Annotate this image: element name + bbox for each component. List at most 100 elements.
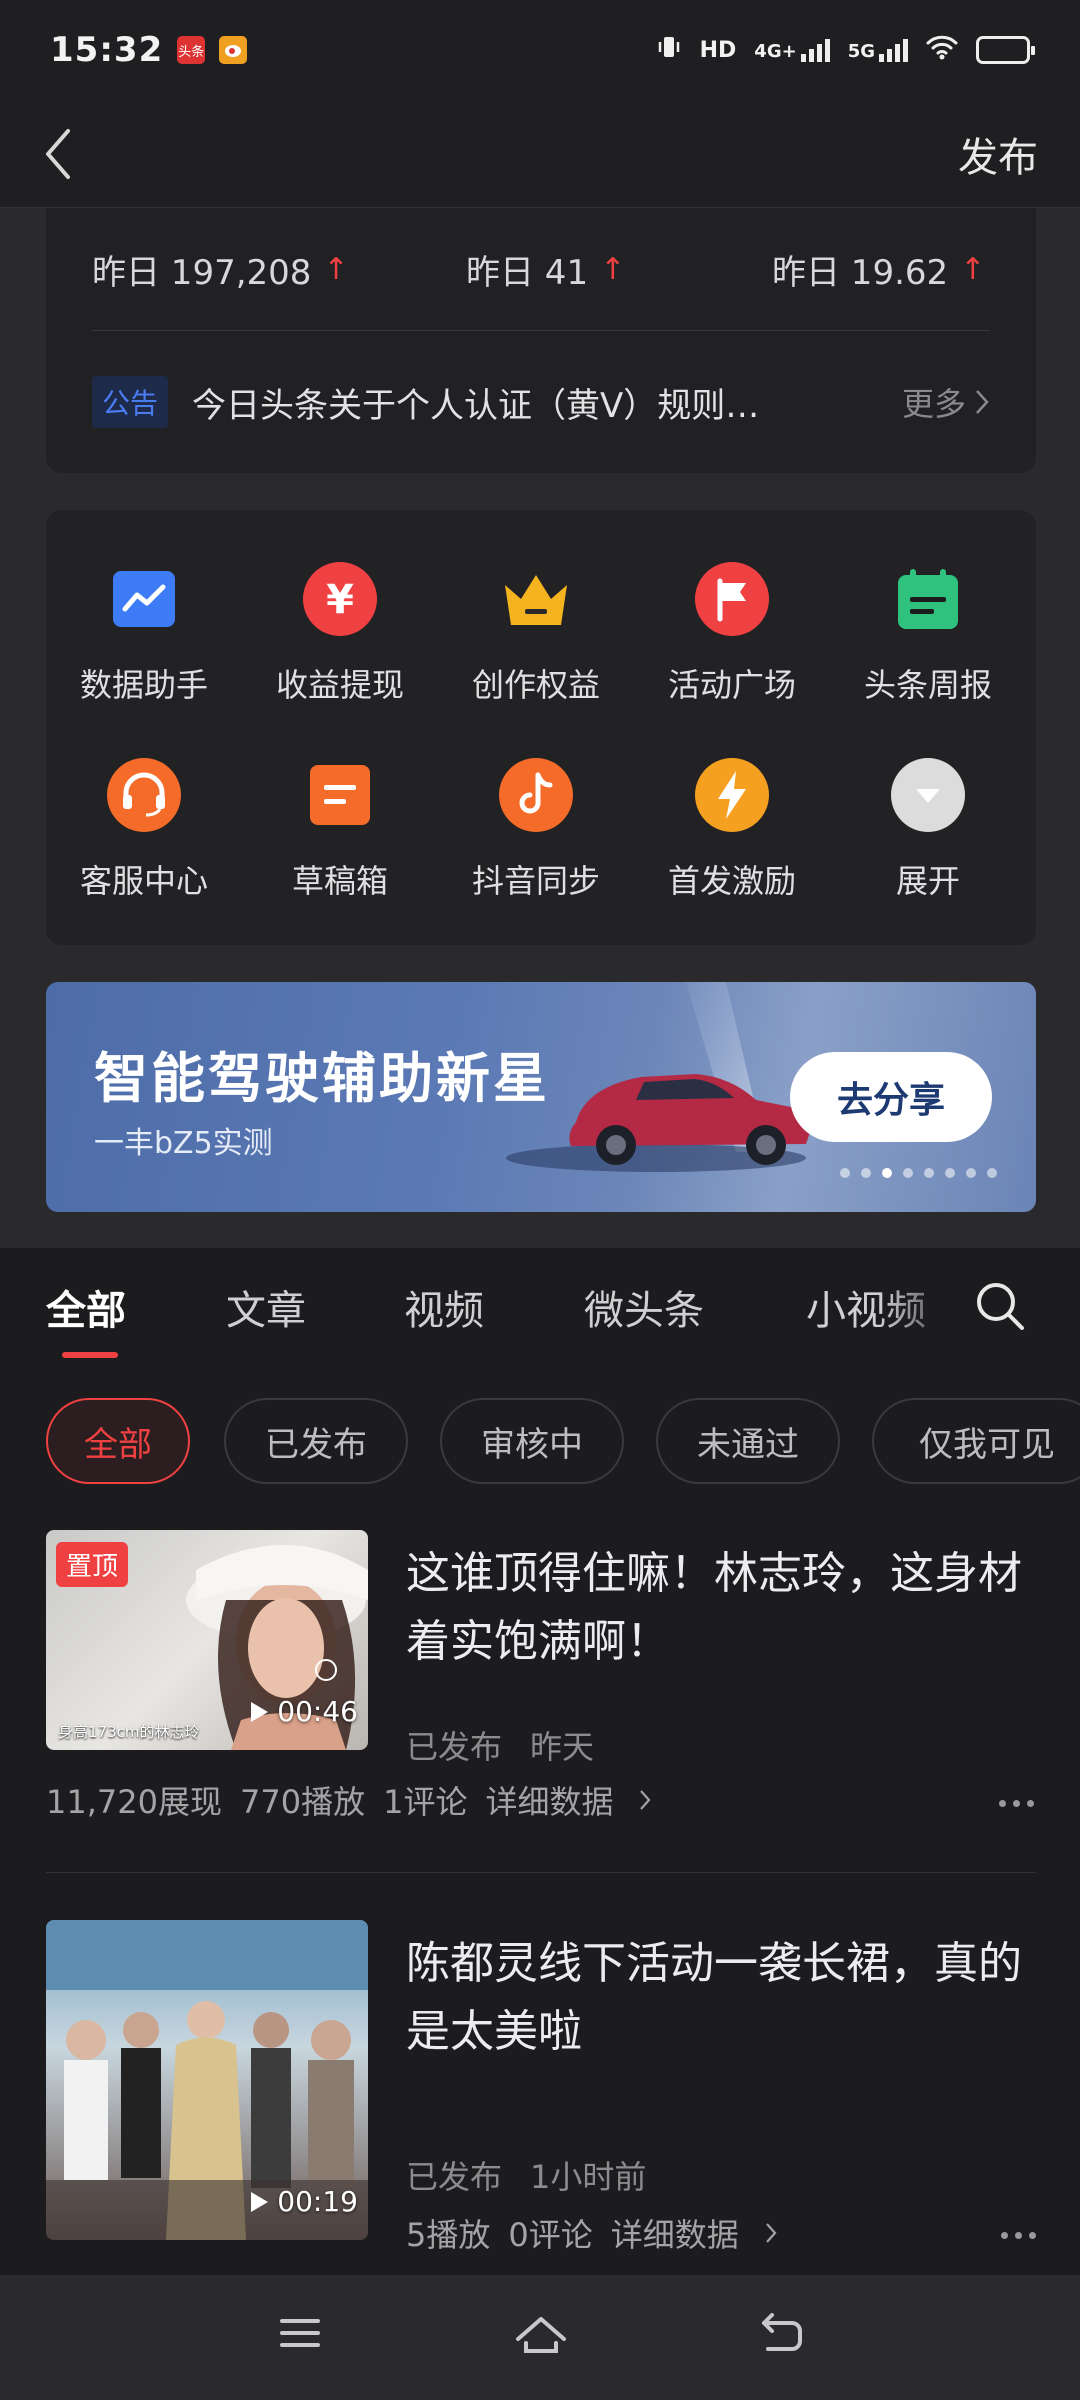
tool-creator-rights[interactable]: 创作权益 (438, 560, 634, 756)
signal-icon (800, 38, 830, 62)
filter-published[interactable]: 已发布 (224, 1398, 408, 1484)
signal-icon (879, 38, 908, 62)
active-tab-indicator (62, 1352, 118, 1358)
tool-withdraw[interactable]: ¥ 收益提现 (242, 560, 438, 756)
yen-icon: ¥ (301, 560, 379, 638)
post-list: 置顶 身高173cm的林志玲 00:46 这谁顶得住嘛！林志玲，这身材着实饱满啊… (0, 1515, 1080, 2275)
home-icon[interactable] (514, 2313, 568, 2361)
share-button[interactable]: 去分享 (790, 1052, 992, 1142)
tab-articles[interactable]: 文章 (226, 1278, 306, 1336)
chevron-down-icon (889, 756, 967, 834)
pagination-dot (945, 1168, 955, 1178)
comments-count: 1评论 (383, 1783, 468, 1821)
chevron-right-icon (640, 1790, 651, 1810)
trend-up-icon: ↑ (600, 251, 626, 287)
stat-earnings[interactable]: 昨日 19.62 ↑ (772, 245, 985, 294)
filter-private[interactable]: 仅我可见 (872, 1398, 1080, 1484)
plays-count: 5播放 (406, 2216, 491, 2254)
content-tabs: 全部 文章 视频 微头条 小视频 (0, 1248, 1080, 1363)
pagination-dot (987, 1168, 997, 1178)
post-thumbnail[interactable]: 置顶 身高173cm的林志玲 00:46 (46, 1530, 368, 1750)
post-stats: 5播放 0评论 详细数据 (406, 2210, 795, 2256)
filter-rejected[interactable]: 未通过 (656, 1398, 840, 1484)
post-status: 已发布 (406, 1728, 503, 1766)
headset-icon (105, 756, 183, 834)
stat-followers[interactable]: 昨日 197,208 ↑ (92, 245, 466, 294)
status-indicators: HD 4G+ 5G (656, 34, 1035, 66)
post-item[interactable]: 00:19 陈都灵线下活动一袭长裙，真的是太美啦 已发布 1小时前 5播放 0评论… (46, 1920, 1036, 2254)
tools-row-1: 数据助手 ¥ 收益提现 创作权益 活动广场 头条周报 (46, 560, 1036, 756)
tool-weekly-report[interactable]: 头条周报 (830, 560, 1026, 756)
tool-data-assistant[interactable]: 数据助手 (46, 560, 242, 756)
4g-label: 4G+ (754, 38, 830, 62)
tool-activity-plaza[interactable]: 活动广场 (634, 560, 830, 756)
crown-icon (497, 560, 575, 638)
stat-fans[interactable]: 昨日 41 ↑ (466, 245, 772, 294)
stats-card: 昨日 197,208 ↑ 昨日 41 ↑ 昨日 19.62 ↑ 公告 今日头条关于个人… (46, 208, 1036, 473)
notice-row[interactable]: 公告 今日头条关于个人认证（黄V）规则… 更多 (92, 331, 990, 473)
pagination-dot (861, 1168, 871, 1178)
post-item[interactable]: 置顶 身高173cm的林志玲 00:46 这谁顶得住嘛！林志玲，这身材着实饱满啊… (46, 1530, 1036, 1810)
status-filters: 全部 已发布 审核中 未通过 仅我可见 (0, 1363, 1080, 1515)
detail-data-link[interactable]: 详细数据 (611, 2210, 777, 2256)
banner-title: 智能驾驶辅助新星 (94, 1047, 550, 1110)
detail-data-link[interactable]: 详细数据 (485, 1777, 651, 1823)
pagination-dot (840, 1168, 850, 1178)
weibo-app-icon (219, 36, 248, 64)
menu-icon[interactable] (278, 2313, 322, 2357)
trend-up-icon: ↑ (323, 251, 349, 287)
tab-micro-posts[interactable]: 微头条 (584, 1278, 704, 1336)
more-options-icon[interactable] (1001, 2232, 1036, 2239)
status-time: 15:32 (50, 30, 164, 70)
banner-pagination (840, 1168, 997, 1178)
notice-more-link[interactable]: 更多 (902, 379, 990, 425)
video-duration: 00:46 (249, 1695, 358, 1728)
post-meta: 已发布 1小时前 (406, 2152, 646, 2198)
tools-row-2: 客服中心 草稿箱 抖音同步 首发激励 展开 (46, 756, 1036, 952)
tool-first-release-incentive[interactable]: 首发激励 (634, 756, 830, 952)
status-bar: 15:32 头条 HD 4G+ 5G (0, 0, 1080, 100)
post-meta: 已发布 昨天 (406, 1722, 594, 1768)
post-time: 1小时前 (530, 2158, 647, 2196)
svg-text:¥: ¥ (326, 577, 354, 623)
douyin-icon (497, 756, 575, 834)
post-status: 已发布 (406, 2158, 503, 2196)
pinned-badge: 置顶 (56, 1542, 129, 1587)
chart-icon (105, 560, 183, 638)
filter-all[interactable]: 全部 (46, 1398, 190, 1484)
top-header: 发布 (0, 100, 1080, 208)
banner-subtitle: 一丰bZ5实测 (94, 1126, 273, 1161)
post-title[interactable]: 陈都灵线下活动一袭长裙，真的是太美啦 (406, 1930, 1036, 2066)
notice-text[interactable]: 今日头条关于个人认证（黄V）规则… (192, 378, 822, 427)
draft-icon (301, 756, 379, 834)
post-title[interactable]: 这谁顶得住嘛！林志玲，这身材着实饱满啊！ (406, 1540, 1036, 1676)
tool-expand[interactable]: 展开 (830, 756, 1026, 952)
filter-reviewing[interactable]: 审核中 (440, 1398, 624, 1484)
tab-all[interactable]: 全部 (46, 1278, 126, 1336)
stats-row: 昨日 197,208 ↑ 昨日 41 ↑ 昨日 19.62 ↑ (92, 208, 990, 330)
post-stats: 11,720展现 770播放 1评论 详细数据 (46, 1777, 669, 1823)
post-thumbnail[interactable]: 00:19 (46, 1920, 368, 2240)
chevron-left-icon[interactable] (42, 124, 82, 184)
thumbnail-caption: 身高173cm的林志玲 (58, 1723, 200, 1741)
promo-banner[interactable]: 智能驾驶辅助新星 一丰bZ5实测 去分享 (46, 982, 1036, 1212)
more-options-icon[interactable] (999, 1800, 1034, 1807)
flag-icon (693, 560, 771, 638)
tool-customer-service[interactable]: 客服中心 (46, 756, 242, 952)
tool-drafts[interactable]: 草稿箱 (242, 756, 438, 952)
impressions-count: 11,720展现 (46, 1783, 222, 1821)
tool-douyin-sync[interactable]: 抖音同步 (438, 756, 634, 952)
back-nav-icon[interactable] (758, 2313, 804, 2361)
publish-button[interactable]: 发布 (958, 125, 1038, 183)
play-icon (251, 2191, 269, 2212)
search-icon[interactable] (974, 1280, 1026, 1336)
video-duration: 00:19 (249, 2185, 358, 2218)
wifi-icon (926, 34, 958, 66)
battery-icon (976, 36, 1035, 64)
pagination-dot (924, 1168, 934, 1178)
play-icon (251, 1701, 269, 1722)
vibrate-icon (656, 34, 682, 66)
notice-badge: 公告 (92, 376, 169, 428)
comments-count: 0评论 (508, 2216, 593, 2254)
tab-videos[interactable]: 视频 (404, 1278, 484, 1336)
